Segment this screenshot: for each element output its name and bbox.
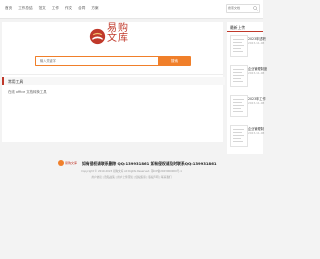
document-thumbnail — [230, 95, 248, 117]
sidebar-title-underline — [227, 31, 263, 32]
document-thumbnail — [230, 35, 248, 57]
main-panel: 易购 文库 搜索 常用工具 在线 office 文档转换工具 — [2, 22, 225, 142]
nav-item-work-summary[interactable]: 工作总结 — [18, 6, 32, 11]
search-icon[interactable] — [253, 6, 258, 11]
copyright-text: Copyright © 2019-2023 易购文库 All Rights Re… — [81, 170, 182, 173]
tool-link-office-convert[interactable]: 在线 office 文档转换工具 — [8, 89, 47, 94]
main-search: 搜索 — [35, 56, 191, 66]
nav-item-home[interactable]: 首页 — [5, 6, 12, 11]
footer-logo: 易购文库 — [58, 160, 78, 167]
sidebar-doc-item[interactable]: 企业管理制 2023-11-08 — [230, 124, 265, 153]
nav-item-plans[interactable]: 方案 — [91, 6, 98, 11]
footer-copyright: Copyright © 2019-2023 易购文库 All Rights Re… — [0, 169, 263, 173]
document-thumbnail — [230, 125, 248, 147]
main-search-button[interactable]: 搜索 — [158, 56, 191, 66]
footer-links[interactable]: 用户协议 | 隐私政策 | 用户上传须知 | 侵权投诉 | 版权声明 | 联系我… — [0, 175, 263, 179]
sidebar-doc-item[interactable]: 企业管理制度 2023-11-08 — [230, 64, 267, 93]
sidebar-doc-item[interactable]: 2023年工作 2023-11-08 — [230, 94, 266, 123]
site-logo[interactable]: 易购 文库 — [89, 24, 137, 50]
section-header: 常用工具 — [2, 77, 225, 85]
nav-item-work[interactable]: 工作 — [52, 6, 59, 11]
nav-item-composition[interactable]: 作文 — [65, 6, 72, 11]
top-navigation-bar: 首页 工作总结 范文 工作 作文 合同 方案 — [0, 0, 263, 19]
main-nav: 首页 工作总结 范文 工作 作文 合同 方案 — [5, 6, 99, 11]
sidebar-doc-item[interactable]: 2023年述职 2023-11-08 — [230, 34, 266, 63]
logo-line-2: 文库 — [107, 33, 129, 44]
doc-date: 2023-11-08 — [248, 131, 265, 135]
doc-date: 2023-11-08 — [248, 71, 265, 75]
footer-contact-row: 易购文库 如有侵权请联系删除 QQ:139931861 如有侵权请及时联系QQ:… — [58, 160, 217, 168]
nav-item-essays[interactable]: 范文 — [39, 6, 46, 11]
doc-date: 2023-11-08 — [248, 101, 265, 105]
doc-date: 2023-11-08 — [248, 41, 265, 45]
main-search-input[interactable] — [35, 56, 158, 66]
section-title: 常用工具 — [8, 78, 24, 84]
top-search-input[interactable] — [228, 5, 250, 11]
document-thumbnail — [230, 65, 248, 87]
footer-contact-text: 如有侵权请联系删除 QQ:139931861 如有侵权请及时联系QQ:13993… — [82, 161, 217, 166]
sidebar-latest: 最新上传 2023年述职 2023-11-08 企业管理制度 2023-11-0… — [227, 22, 267, 154]
top-search-box — [226, 4, 260, 13]
nav-item-contracts[interactable]: 合同 — [78, 6, 85, 11]
divider — [2, 74, 223, 75]
logo-wordmark: 易购 文库 — [107, 24, 129, 44]
footer-logo-icon — [58, 160, 64, 166]
footer-logo-text: 易购文库 — [65, 161, 78, 165]
book-logo-icon — [89, 28, 106, 45]
